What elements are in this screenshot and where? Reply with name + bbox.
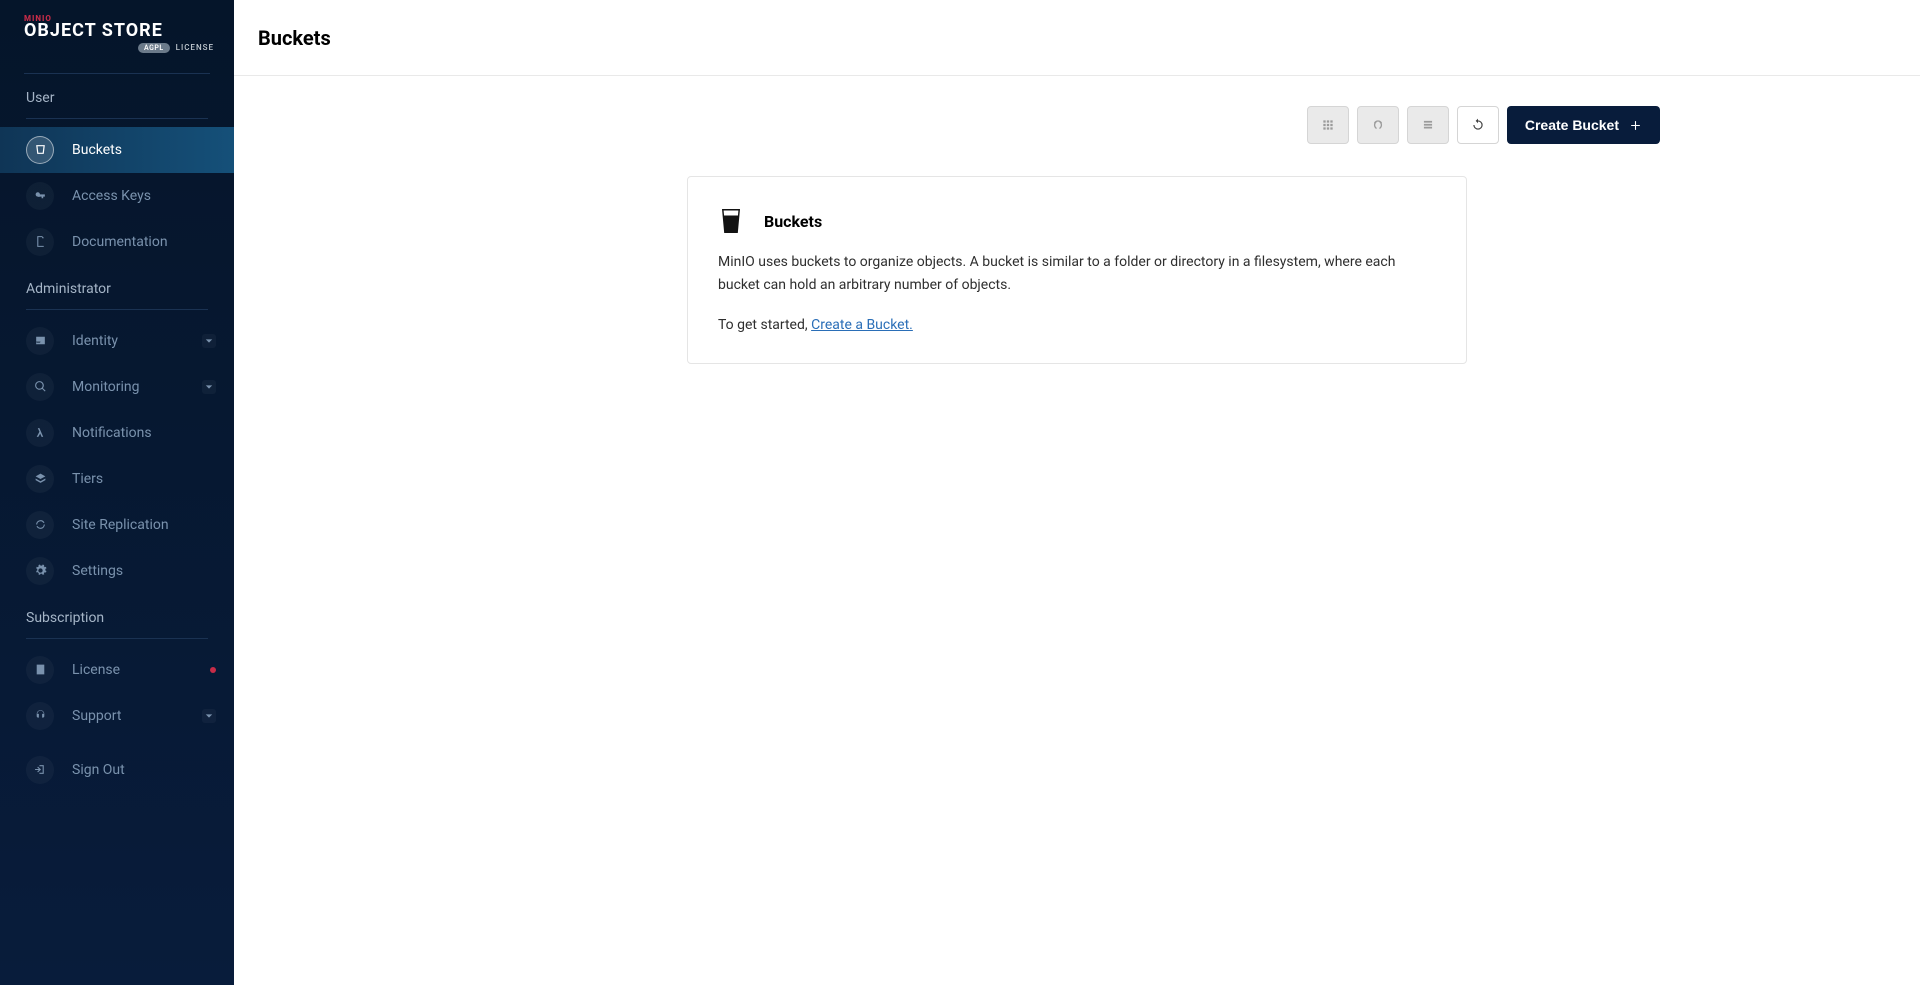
sidebar-item-label: Identity <box>72 333 202 349</box>
sidebar-item-label: Support <box>72 708 202 724</box>
license-badge: AGPL <box>138 43 170 53</box>
sidebar-item-label: Sign Out <box>72 762 216 778</box>
card-cta-row: To get started, Create a Bucket. <box>718 317 1436 333</box>
sidebar-item-label: Settings <box>72 563 216 579</box>
logo-license-row: AGPL LICENSE <box>24 43 214 53</box>
logo-object-store: OBJECT STORE <box>24 21 214 41</box>
sidebar-item-support[interactable]: Support <box>0 693 234 739</box>
bucket-icon <box>26 136 54 164</box>
identity-icon <box>26 327 54 355</box>
sidebar-item-label: Documentation <box>72 234 216 250</box>
create-bucket-link[interactable]: Create a Bucket. <box>811 317 913 333</box>
key-icon <box>26 182 54 210</box>
sidebar-item-site-replication[interactable]: Site Replication <box>0 502 234 548</box>
sidebar-item-label: Notifications <box>72 425 216 441</box>
license-icon <box>26 656 54 684</box>
lambda-icon <box>26 419 54 447</box>
sidebar-item-notifications[interactable]: Notifications <box>0 410 234 456</box>
sidebar-item-license[interactable]: License <box>0 647 234 693</box>
cta-prefix: To get started, <box>718 317 811 333</box>
divider <box>26 118 208 119</box>
sidebar-item-label: License <box>72 662 204 678</box>
sidebar-item-label: Buckets <box>72 142 216 158</box>
section-administrator: Administrator <box>0 265 234 303</box>
sidebar-item-documentation[interactable]: Documentation <box>0 219 234 265</box>
chevron-down-icon <box>202 380 216 394</box>
sidebar-item-access-keys[interactable]: Access Keys <box>0 173 234 219</box>
sidebar-item-monitoring[interactable]: Monitoring <box>0 364 234 410</box>
main-content: Buckets Create Bucket Buckets Min <box>234 0 1920 985</box>
gear-icon <box>26 557 54 585</box>
toolbar: Create Bucket <box>234 76 1700 164</box>
tiers-icon <box>26 465 54 493</box>
grid-view-button[interactable] <box>1307 106 1349 144</box>
plus-icon <box>1629 119 1642 132</box>
empty-state-card: Buckets MinIO uses buckets to organize o… <box>687 176 1467 364</box>
license-text: LICENSE <box>176 43 214 52</box>
page-title: Buckets <box>258 26 331 50</box>
sidebar-item-identity[interactable]: Identity <box>0 318 234 364</box>
sidebar-item-buckets[interactable]: Buckets <box>0 127 234 173</box>
content-area: Buckets MinIO uses buckets to organize o… <box>234 164 1920 364</box>
sidebar-item-tiers[interactable]: Tiers <box>0 456 234 502</box>
page-header: Buckets <box>234 0 1920 76</box>
divider <box>26 309 208 310</box>
sign-out-icon <box>26 756 54 784</box>
chevron-down-icon <box>202 709 216 723</box>
sidebar: MINIO OBJECT STORE AGPL LICENSE User Buc… <box>0 0 234 985</box>
sidebar-item-sign-out[interactable]: Sign Out <box>0 747 234 793</box>
status-dot-icon <box>210 667 216 673</box>
monitoring-icon <box>26 373 54 401</box>
refresh-button[interactable] <box>1457 106 1499 144</box>
sidebar-item-settings[interactable]: Settings <box>0 548 234 594</box>
create-bucket-button[interactable]: Create Bucket <box>1507 106 1660 144</box>
sidebar-item-label: Monitoring <box>72 379 202 395</box>
sidebar-item-label: Tiers <box>72 471 216 487</box>
section-subscription: Subscription <box>0 594 234 632</box>
divider <box>26 638 208 639</box>
sidebar-item-label: Site Replication <box>72 517 216 533</box>
lifecycle-button[interactable] <box>1357 106 1399 144</box>
create-bucket-label: Create Bucket <box>1525 117 1619 133</box>
card-description: MinIO uses buckets to organize objects. … <box>718 251 1436 297</box>
bucket-large-icon <box>718 207 744 235</box>
chevron-down-icon <box>202 334 216 348</box>
section-user: User <box>0 74 234 112</box>
document-icon <box>26 228 54 256</box>
list-view-button[interactable] <box>1407 106 1449 144</box>
card-header: Buckets <box>718 207 1436 235</box>
replication-icon <box>26 511 54 539</box>
brand-logo: MINIO OBJECT STORE AGPL LICENSE <box>0 0 234 63</box>
sidebar-item-label: Access Keys <box>72 188 216 204</box>
card-title: Buckets <box>764 212 822 231</box>
support-icon <box>26 702 54 730</box>
